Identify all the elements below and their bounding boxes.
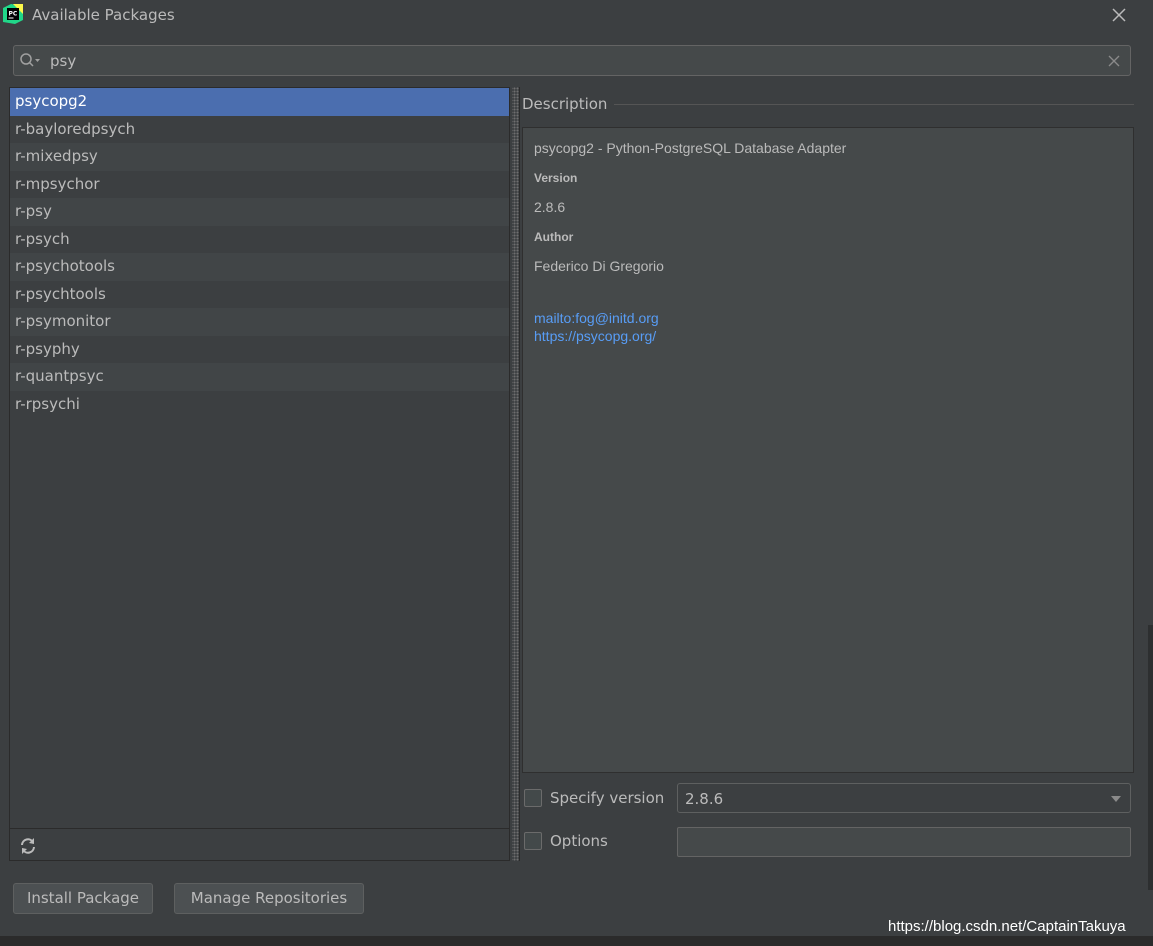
window-title: Available Packages <box>32 6 175 24</box>
author-email-link[interactable]: mailto:fog@initd.org <box>534 310 659 326</box>
app-icon-text: PC <box>9 11 18 18</box>
package-list-item[interactable]: r-rpsychi <box>10 391 509 419</box>
package-list-item[interactable]: r-psymonitor <box>10 308 509 336</box>
list-toolbar <box>10 828 509 860</box>
specify-version-label: Specify version <box>550 789 665 807</box>
version-dropdown-value: 2.8.6 <box>685 790 724 808</box>
install-package-button[interactable]: Install Package <box>13 883 153 914</box>
options-input[interactable] <box>677 827 1131 857</box>
package-list-item[interactable]: psycopg2 <box>10 88 509 116</box>
version-value: 2.8.6 <box>534 199 566 215</box>
description-panel: psycopg2 - Python-PostgreSQL Database Ad… <box>522 127 1134 773</box>
package-list-item[interactable]: r-psy <box>10 198 509 226</box>
watermark: https://blog.csdn.net/CaptainTakuya <box>888 918 1126 935</box>
manage-repositories-button[interactable]: Manage Repositories <box>174 883 364 914</box>
window-edge <box>1148 625 1153 890</box>
specify-version-checkbox[interactable] <box>524 789 542 807</box>
homepage-link[interactable]: https://psycopg.org/ <box>534 328 656 344</box>
package-list: psycopg2 r-bayloredpsych r-mixedpsy r-mp… <box>9 87 510 861</box>
search-input[interactable] <box>50 50 1090 72</box>
clear-icon[interactable] <box>1106 53 1122 69</box>
version-dropdown[interactable]: 2.8.6 <box>677 783 1131 813</box>
package-list-item[interactable]: r-mpsychor <box>10 171 509 199</box>
panel-splitter[interactable] <box>512 87 519 861</box>
package-list-item[interactable]: r-psychotools <box>10 253 509 281</box>
options-label: Options <box>550 832 608 850</box>
package-list-item[interactable]: r-mixedpsy <box>10 143 509 171</box>
search-box[interactable] <box>13 45 1131 76</box>
package-list-item[interactable]: r-psyphy <box>10 336 509 364</box>
author-value: Federico Di Gregorio <box>534 258 664 274</box>
search-icon[interactable] <box>19 52 41 70</box>
package-list-item[interactable]: r-psychtools <box>10 281 509 309</box>
close-icon[interactable] <box>1107 3 1131 27</box>
package-list-item[interactable]: r-bayloredpsych <box>10 116 509 144</box>
refresh-icon[interactable] <box>19 837 37 855</box>
title-bar: PC Available Packages <box>0 0 1153 32</box>
version-label: Version <box>534 171 578 185</box>
package-list-item[interactable]: r-quantpsyc <box>10 363 509 391</box>
description-separator <box>614 104 1134 105</box>
bottom-edge <box>0 936 1153 946</box>
options-checkbox[interactable] <box>524 832 542 850</box>
description-header: Description <box>522 95 608 113</box>
pycharm-logo-icon: PC <box>3 4 23 24</box>
package-list-item[interactable]: r-psych <box>10 226 509 254</box>
package-summary: psycopg2 - Python-PostgreSQL Database Ad… <box>534 140 847 156</box>
divider <box>519 87 520 861</box>
author-label: Author <box>534 230 574 244</box>
chevron-down-icon <box>1111 796 1121 802</box>
